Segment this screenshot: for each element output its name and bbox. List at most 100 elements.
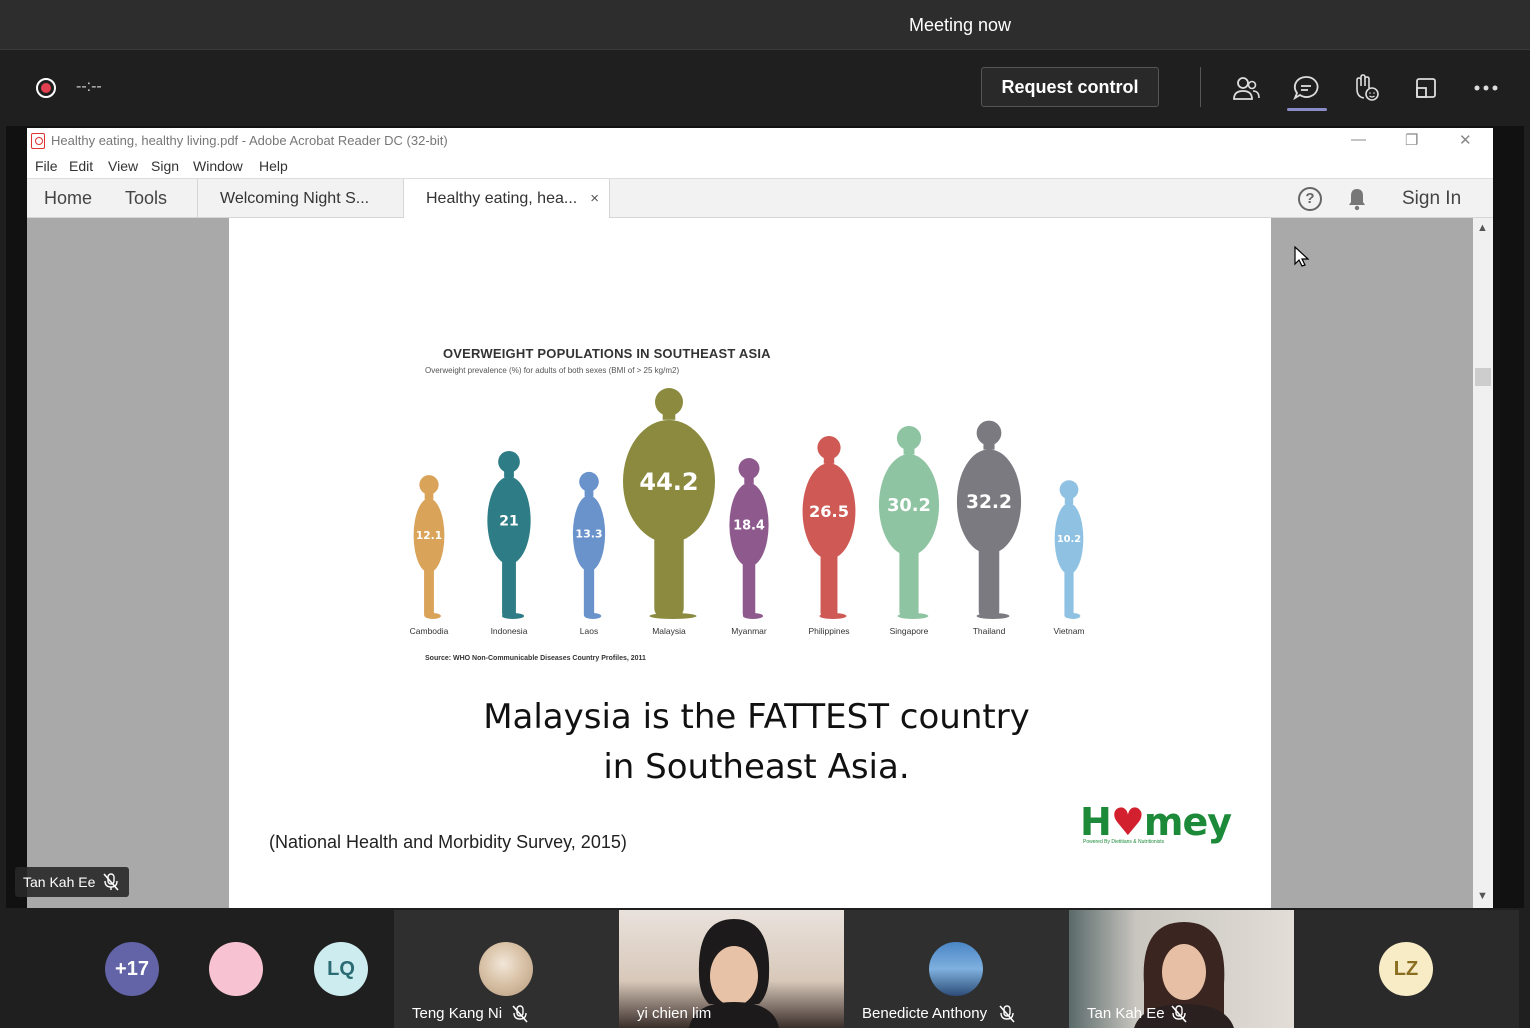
close-window-icon[interactable]: ✕ xyxy=(1459,131,1472,149)
acrobat-title-bar: Healthy eating, healthy living.pdf - Ado… xyxy=(27,128,1493,154)
tab-close-icon[interactable]: × xyxy=(590,190,599,207)
figure-head xyxy=(498,450,520,473)
figure-neck xyxy=(662,411,676,420)
meeting-title: Meeting now xyxy=(908,15,1012,35)
data-label: 32.2 xyxy=(966,492,1012,513)
data-label: 10.2 xyxy=(1057,534,1081,545)
sign-in-button[interactable]: Sign In xyxy=(1402,188,1461,210)
figure-neck xyxy=(823,455,835,464)
view-layout-icon[interactable] xyxy=(1408,70,1444,106)
chart-subtitle: Overweight prevalence (%) for adults of … xyxy=(425,366,680,375)
recording-icon xyxy=(36,78,56,98)
category-label: Singapore xyxy=(890,626,929,636)
category-label: Laos xyxy=(580,626,598,636)
chat-active-indicator xyxy=(1287,108,1327,111)
participant-tile-benedicte[interactable]: Benedicte Anthony xyxy=(844,910,1069,1028)
data-label: 30.2 xyxy=(887,495,931,516)
participant-tile-teng[interactable]: Teng Kang Ni xyxy=(394,910,619,1028)
mouse-cursor-icon xyxy=(1294,245,1310,273)
chart-figure-singapore: 30.2 Singapore xyxy=(878,426,940,636)
chart-title: OVERWEIGHT POPULATIONS IN SOUTHEAST ASIA xyxy=(443,346,771,361)
figure-legs xyxy=(742,549,756,618)
tab-welcoming-night[interactable]: Welcoming Night S... xyxy=(197,179,404,219)
menu-sign[interactable]: Sign xyxy=(151,158,179,174)
headline-line-2: in Southeast Asia. xyxy=(603,747,910,787)
document-viewer[interactable]: OVERWEIGHT POPULATIONS IN SOUTHEAST ASIA… xyxy=(27,218,1493,908)
more-participants-avatar[interactable]: +17 xyxy=(105,942,159,996)
figure-feet xyxy=(976,613,1010,619)
figure-legs xyxy=(583,556,595,618)
figure-feet xyxy=(1065,613,1081,619)
more-options-icon[interactable] xyxy=(1468,70,1504,106)
chart-figure-thailand: 32.2 Thailand xyxy=(956,420,1022,636)
figure-legs xyxy=(978,532,1000,618)
participant-name: Teng Kang Ni xyxy=(412,1005,503,1022)
request-control-button[interactable]: Request control xyxy=(981,67,1159,107)
menu-bar: File Edit View Sign Window Help xyxy=(27,154,1493,178)
data-label: 21 xyxy=(499,513,518,529)
participants-icon[interactable] xyxy=(1228,70,1264,106)
scroll-up-icon[interactable]: ▲ xyxy=(1477,222,1488,234)
participant-photo-avatar xyxy=(929,942,983,996)
tab-label: Welcoming Night S... xyxy=(220,190,370,207)
menu-help[interactable]: Help xyxy=(259,158,288,174)
acrobat-tab-bar: Home Tools Welcoming Night S... Healthy … xyxy=(27,178,1493,219)
figure-head xyxy=(655,388,683,416)
presenter-name: Tan Kah Ee xyxy=(23,874,96,890)
figure-legs xyxy=(1064,560,1074,618)
menu-edit[interactable]: Edit xyxy=(69,158,93,174)
participant-video-yi[interactable]: yi chien lim xyxy=(619,910,844,1028)
menu-view[interactable]: View xyxy=(108,158,138,174)
chart-figure-laos: 13.3 Laos xyxy=(572,471,606,636)
help-icon[interactable]: ? xyxy=(1298,187,1322,211)
participant-video-tan[interactable]: Tan Kah Ee xyxy=(1069,910,1294,1028)
figure-head xyxy=(738,458,760,480)
participant-avatar[interactable] xyxy=(209,942,263,996)
logo-heart: ♥ xyxy=(1110,800,1145,844)
logo-letters-mey: mey xyxy=(1143,800,1232,844)
chat-icon[interactable] xyxy=(1288,70,1324,106)
acrobat-window-title: Healthy eating, healthy living.pdf - Ado… xyxy=(51,133,448,148)
tab-tools[interactable]: Tools xyxy=(125,188,167,209)
restore-icon[interactable]: ❐ xyxy=(1405,131,1418,149)
data-label: 13.3 xyxy=(575,527,602,540)
figure-neck xyxy=(584,488,594,497)
figure-neck xyxy=(903,446,915,455)
scroll-thumb[interactable] xyxy=(1475,368,1491,386)
tab-home[interactable]: Home xyxy=(44,188,92,209)
tab-healthy-eating[interactable]: Healthy eating, hea... × xyxy=(403,179,610,219)
menu-file[interactable]: File xyxy=(35,158,58,174)
figure-feet xyxy=(819,613,847,619)
figure-feet xyxy=(649,613,697,619)
raise-hand-reactions-icon[interactable] xyxy=(1348,70,1384,106)
figure-neck xyxy=(744,475,754,484)
figure-legs xyxy=(424,557,434,618)
minimize-icon[interactable]: — xyxy=(1351,131,1366,148)
category-label: Myanmar xyxy=(731,626,767,636)
menu-window[interactable]: Window xyxy=(193,158,243,174)
citation: (National Health and Morbidity Survey, 2… xyxy=(269,832,627,852)
participant-avatar-lq[interactable]: LQ xyxy=(314,942,368,996)
meeting-title-bar: Meeting now xyxy=(0,0,1530,50)
chart-figure-philippines: 26.5 Philippines xyxy=(802,436,856,636)
chart-figure-indonesia: 21 Indonesia xyxy=(487,450,531,636)
slide-headline: Malaysia is the FATTEST country in South… xyxy=(429,692,1084,792)
data-label: 18.4 xyxy=(733,518,765,533)
notifications-bell-icon[interactable] xyxy=(1347,187,1367,216)
data-label: 26.5 xyxy=(809,502,849,521)
headline-line-1: Malaysia is the FATTEST country xyxy=(483,697,1030,737)
data-label: 12.1 xyxy=(416,530,442,542)
scroll-down-icon[interactable]: ▼ xyxy=(1477,890,1488,902)
participant-tile-lz[interactable]: LZ xyxy=(1294,910,1519,1028)
pdf-page: OVERWEIGHT POPULATIONS IN SOUTHEAST ASIA… xyxy=(229,218,1271,908)
figure-legs xyxy=(654,518,684,618)
figure-legs xyxy=(820,540,838,618)
figure-feet xyxy=(501,613,525,619)
category-label: Philippines xyxy=(808,626,849,636)
category-label: Thailand xyxy=(973,626,1006,636)
vertical-scrollbar[interactable]: ▲ ▼ xyxy=(1473,218,1493,908)
meeting-timer: --:-- xyxy=(76,78,102,95)
figure-neck xyxy=(424,491,434,500)
chart-figure-cambodia: 12.1 Cambodia xyxy=(410,475,449,636)
data-label: 44.2 xyxy=(639,468,698,496)
